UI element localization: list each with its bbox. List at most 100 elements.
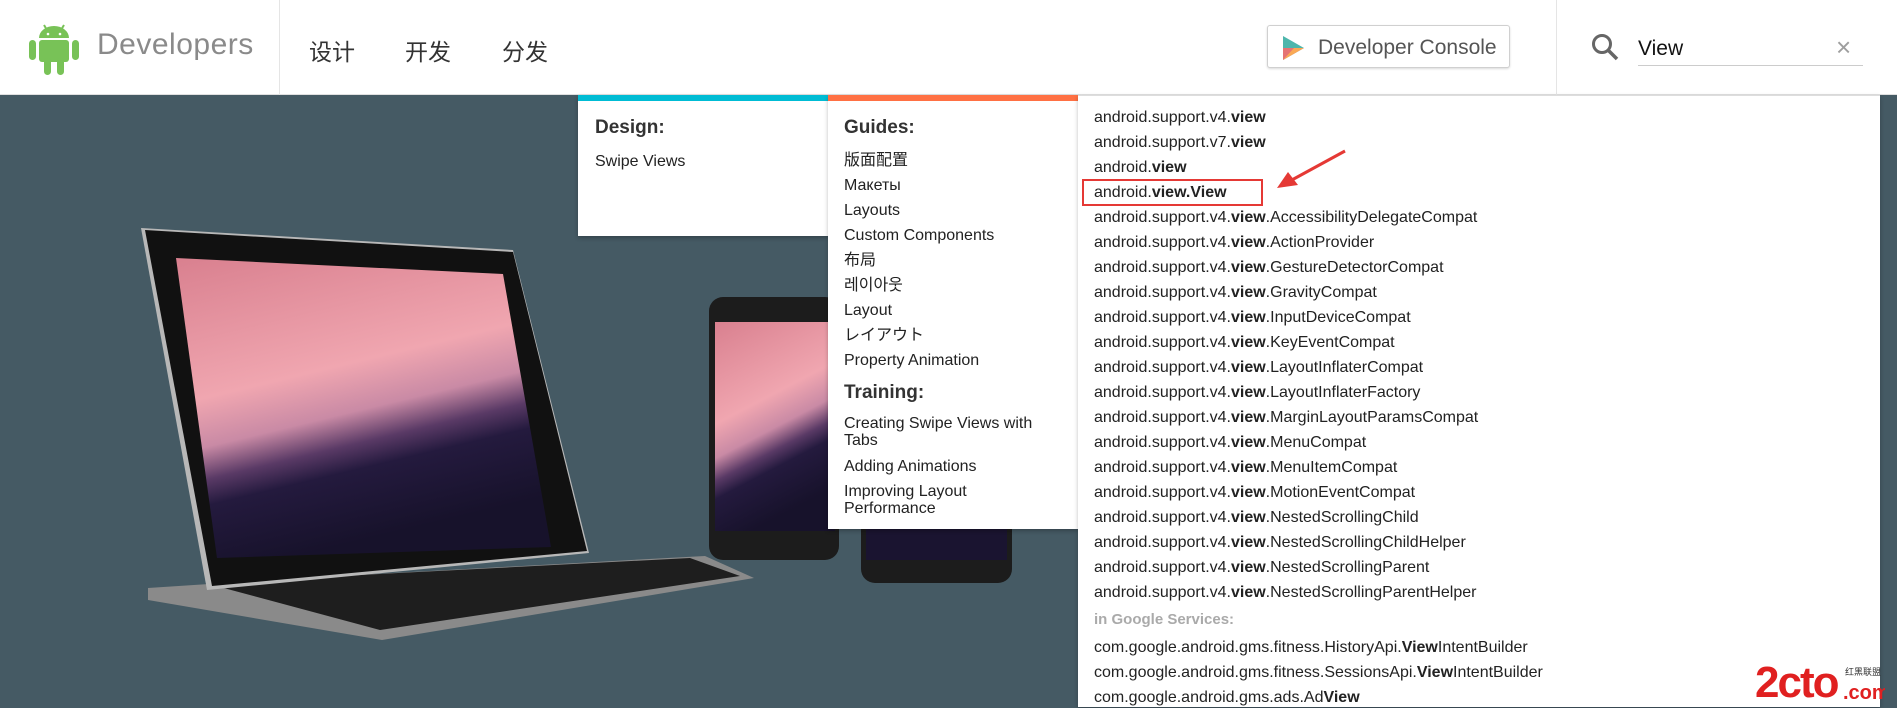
search-result-item[interactable]: android.support.v4.view.NestedScrollingP… [1094, 583, 1476, 603]
result-post-text: .MarginLayoutParamsCompat [1265, 409, 1479, 426]
brand-title[interactable]: Developers [97, 28, 254, 62]
result-bold-text: view [1230, 234, 1266, 251]
top-header: Developers 设计 开发 分发 Developer Console × [0, 0, 1897, 95]
result-pre-text: android. [1094, 159, 1152, 176]
svg-text:.com: .com [1843, 682, 1885, 704]
training-item[interactable]: Improving Layout Performance [844, 483, 1014, 517]
search-result-item[interactable]: android.support.v4.view.GestureDetectorC… [1094, 258, 1444, 278]
google-services-heading: in Google Services: [1094, 611, 1235, 628]
search-result-item[interactable]: com.google.android.gms.fitness.SessionsA… [1094, 663, 1543, 683]
result-pre-text: android.support.v4. [1094, 484, 1231, 501]
result-pre-text: android.support.v4. [1094, 209, 1231, 226]
result-post-text: .NestedScrollingParent [1265, 559, 1430, 576]
result-post-text: .MotionEventCompat [1265, 484, 1416, 501]
search-input[interactable] [1638, 32, 1863, 66]
search-result-item[interactable]: android.support.v4.view.MenuItemCompat [1094, 458, 1397, 478]
result-post-text: .InputDeviceCompat [1265, 309, 1411, 326]
search-result-item[interactable]: android.support.v4.view.GravityCompat [1094, 283, 1377, 303]
search-result-item[interactable]: android.support.v4.view.InputDeviceCompa… [1094, 308, 1411, 328]
result-post-text: .NestedScrollingParentHelper [1265, 584, 1477, 601]
result-bold-text: view [1151, 159, 1187, 176]
result-bold-text: view [1230, 359, 1266, 376]
result-bold-text: View [1401, 639, 1438, 656]
guide-item[interactable]: レイアウト [844, 327, 924, 344]
search-result-item[interactable]: android.support.v4.view.LayoutInflaterCo… [1094, 358, 1423, 378]
guide-item[interactable]: 레이아웃 [844, 277, 903, 294]
guide-item[interactable]: Property Animation [844, 352, 979, 369]
result-bold-text: view [1230, 509, 1266, 526]
result-post-text: .AccessibilityDelegateCompat [1265, 209, 1478, 226]
guide-item[interactable]: 版面配置 [844, 152, 908, 169]
result-post-text: .MenuItemCompat [1265, 459, 1398, 476]
result-post-text: .MenuCompat [1265, 434, 1367, 451]
result-post-text: .GestureDetectorCompat [1265, 259, 1444, 276]
search-icon[interactable] [1590, 32, 1620, 62]
search-result-item[interactable]: android.support.v4.view.MarginLayoutPara… [1094, 408, 1478, 428]
result-post-text: IntentBuilder [1437, 639, 1528, 656]
search-result-item[interactable]: android.support.v4.view.NestedScrollingC… [1094, 508, 1419, 528]
svg-text:2cto: 2cto [1755, 658, 1839, 705]
result-pre-text: android.support.v4. [1094, 309, 1231, 326]
clear-search-icon[interactable]: × [1836, 32, 1851, 62]
result-bold-text: view [1230, 484, 1266, 501]
search-result-item[interactable]: android.support.v4.view.NestedScrollingP… [1094, 558, 1429, 578]
result-pre-text: android.support.v4. [1094, 384, 1231, 401]
result-bold-text: View [1323, 689, 1360, 706]
nav-develop[interactable]: 开发 [405, 33, 451, 67]
developer-console-button[interactable]: Developer Console [1267, 25, 1510, 68]
guide-item[interactable]: 布局 [844, 252, 876, 269]
divider [1556, 0, 1557, 95]
result-post-text: .LayoutInflaterFactory [1265, 384, 1421, 401]
search-result-item[interactable]: com.google.android.gms.fitness.HistoryAp… [1094, 638, 1528, 658]
result-pre-text: android.support.v4. [1094, 334, 1231, 351]
search-result-item[interactable]: android.support.v4.view [1094, 108, 1266, 128]
result-bold-text: view [1230, 559, 1266, 576]
design-accent-bar [578, 95, 828, 101]
design-panel: Design: Swipe Views [578, 95, 828, 236]
result-pre-text: android.support.v4. [1094, 109, 1231, 126]
android-logo-icon[interactable] [28, 20, 80, 76]
watermark-logo: 2cto .com 红黑联盟 [1755, 658, 1885, 705]
search-result-item[interactable]: com.google.android.gms.ads.AdView [1094, 688, 1360, 708]
design-heading: Design: [595, 117, 665, 138]
guides-panel: Guides: 版面配置 Макеты Layouts Custom Compo… [828, 95, 1078, 529]
guide-item[interactable]: Layouts [844, 202, 900, 219]
training-item[interactable]: Adding Animations [844, 458, 977, 475]
guide-item[interactable]: Layout [844, 302, 892, 319]
nav-design[interactable]: 设计 [309, 33, 355, 67]
search-result-item[interactable]: android.support.v4.view.AccessibilityDel… [1094, 208, 1477, 228]
result-post-text: IntentBuilder [1453, 664, 1543, 681]
result-pre-text: android.support.v4. [1094, 259, 1231, 276]
guide-item[interactable]: Макеты [844, 177, 901, 194]
result-bold-text: view [1230, 384, 1266, 401]
search-result-item[interactable]: android.view [1094, 158, 1187, 178]
result-post-text: .LayoutInflaterCompat [1265, 359, 1424, 376]
play-store-icon [1283, 36, 1304, 60]
nav-distribute[interactable]: 分发 [502, 33, 548, 67]
result-bold-text: view [1230, 534, 1266, 551]
training-item[interactable]: Creating Swipe Views with Tabs [844, 415, 1054, 449]
search-result-item[interactable]: android.support.v7.view [1094, 133, 1266, 153]
result-bold-text: view [1230, 459, 1266, 476]
search-result-item[interactable]: android.support.v4.view.ActionProvider [1094, 233, 1374, 253]
result-bold-text: view [1230, 334, 1266, 351]
result-bold-text: view [1230, 434, 1266, 451]
guide-item[interactable]: Custom Components [844, 227, 994, 244]
search-result-item[interactable]: android.support.v4.view.MotionEventCompa… [1094, 483, 1415, 503]
search-result-item[interactable]: android.support.v4.view.NestedScrollingC… [1094, 533, 1466, 553]
training-heading: Training: [844, 382, 925, 403]
annotation-arrow-icon [1277, 149, 1346, 188]
result-pre-text: android.support.v4. [1094, 584, 1231, 601]
search-result-item[interactable]: android.support.v4.view.MenuCompat [1094, 433, 1366, 453]
divider [279, 0, 280, 95]
result-pre-text: com.google.android.gms.ads.Ad [1094, 689, 1324, 706]
search-result-item[interactable]: android.support.v4.view.LayoutInflaterFa… [1094, 383, 1420, 403]
developer-console-label: Developer Console [1318, 36, 1497, 59]
result-pre-text: android.support.v4. [1094, 534, 1231, 551]
result-bold-text: View [1416, 664, 1454, 681]
result-post-text: .NestedScrollingChildHelper [1265, 534, 1466, 551]
design-item[interactable]: Swipe Views [595, 153, 685, 170]
result-post-text: .NestedScrollingChild [1265, 509, 1419, 526]
result-pre-text: android.support.v4. [1094, 559, 1231, 576]
search-result-item[interactable]: android.support.v4.view.KeyEventCompat [1094, 333, 1395, 353]
